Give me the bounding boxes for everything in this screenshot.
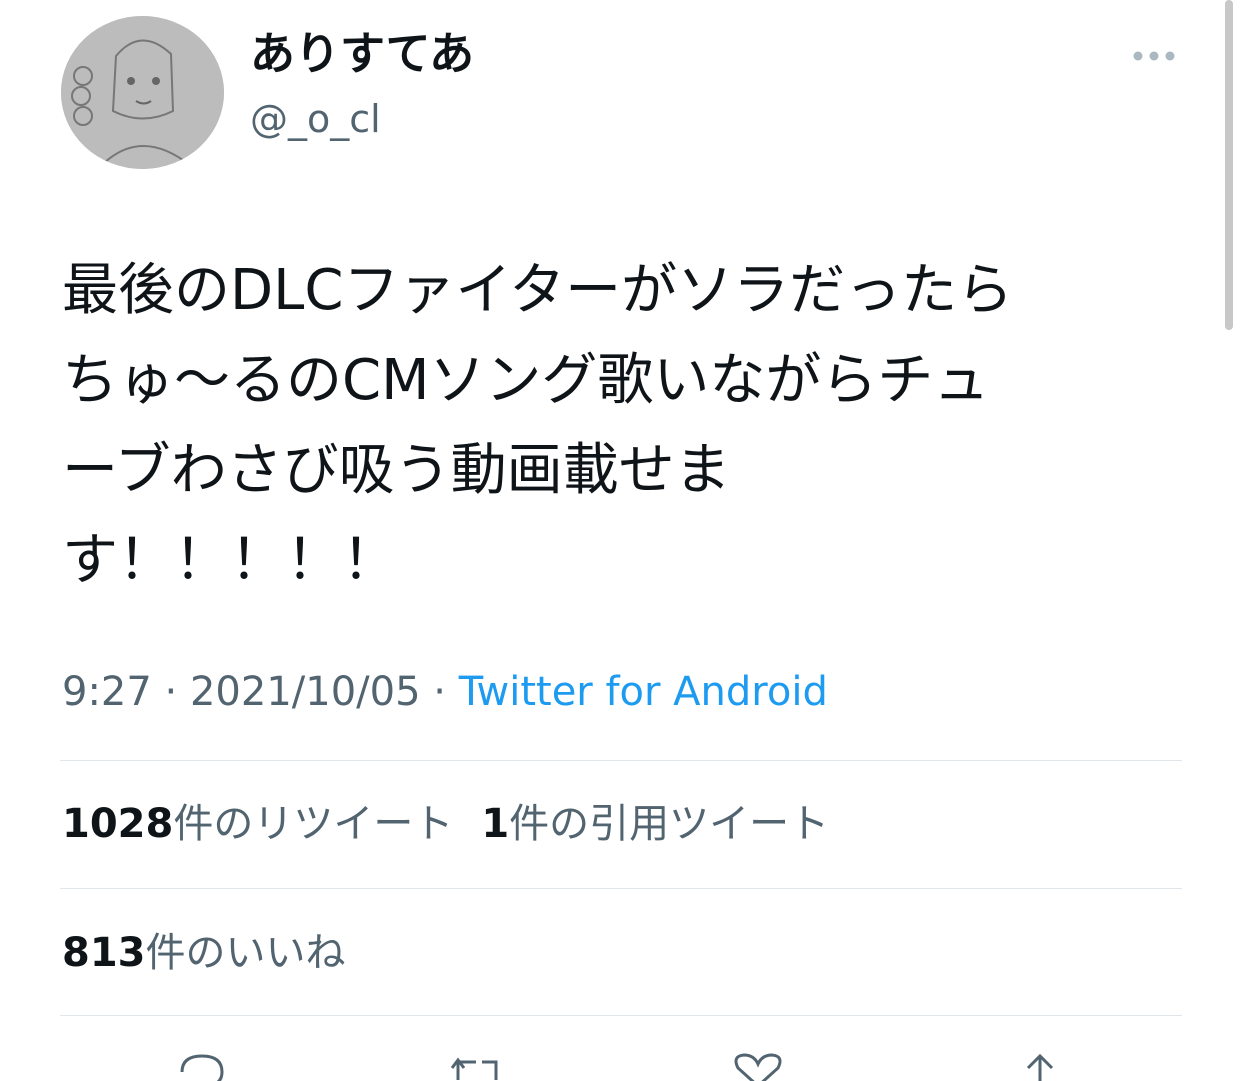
retweets-label: 件のリツイート [173, 801, 454, 847]
tweet-text-line: 最後のDLCファイターがソラだったら [62, 258, 1014, 323]
like-button[interactable] [730, 1050, 786, 1081]
avatar[interactable] [61, 16, 224, 169]
tweet-text-line: す！！！！！ [62, 528, 398, 593]
likes-label: 件のいいね [145, 930, 346, 976]
share-icon [1026, 1053, 1054, 1081]
scrollbar[interactable] [1225, 0, 1233, 330]
tweet-meta: 9:27 · 2021/10/05 · Twitter for Android [62, 665, 828, 719]
heart-icon [734, 1053, 782, 1081]
retweet-button[interactable] [446, 1050, 502, 1081]
divider [60, 888, 1182, 889]
tweet-source-link[interactable]: Twitter for Android [459, 669, 828, 715]
retweets-count: 1028 [62, 801, 174, 847]
divider [60, 760, 1182, 761]
reply-button[interactable] [174, 1050, 230, 1081]
meta-separator: · [164, 669, 178, 715]
tweet-text-line: ーブわさび吸う動画載せま [62, 438, 731, 503]
tweet-date[interactable]: 2021/10/05 [190, 669, 421, 715]
more-dots-icon [1133, 51, 1175, 61]
avatar-drawing-icon [61, 16, 224, 169]
retweets-link[interactable]: 1028件のリツイート [62, 801, 453, 847]
retweet-icon [450, 1057, 498, 1080]
divider [60, 1015, 1182, 1016]
quotes-count: 1 [481, 801, 510, 847]
likes-count: 813 [62, 930, 146, 976]
likes-stats[interactable]: 813件のいいね [62, 925, 346, 981]
tweet-text: 最後のDLCファイターがソラだったら ちゅ〜るのCMソング歌いながらチュ ーブわ… [62, 246, 1182, 606]
display-name[interactable]: ありすてあ [250, 26, 474, 82]
quotes-link[interactable]: 1件の引用ツイート [481, 801, 829, 847]
tweet-text-line: ちゅ〜るのCMソング歌いながらチュ [62, 348, 990, 413]
user-handle[interactable]: @_o_cl [250, 94, 381, 144]
more-options-button[interactable] [1132, 46, 1176, 66]
quotes-label: 件の引用ツイート [509, 801, 830, 847]
share-button[interactable] [1012, 1050, 1068, 1081]
meta-separator: · [433, 669, 446, 715]
tweet-time[interactable]: 9:27 [62, 669, 152, 715]
reply-icon [180, 1054, 224, 1081]
retweet-stats: 1028件のリツイート 1件の引用ツイート [62, 796, 829, 852]
